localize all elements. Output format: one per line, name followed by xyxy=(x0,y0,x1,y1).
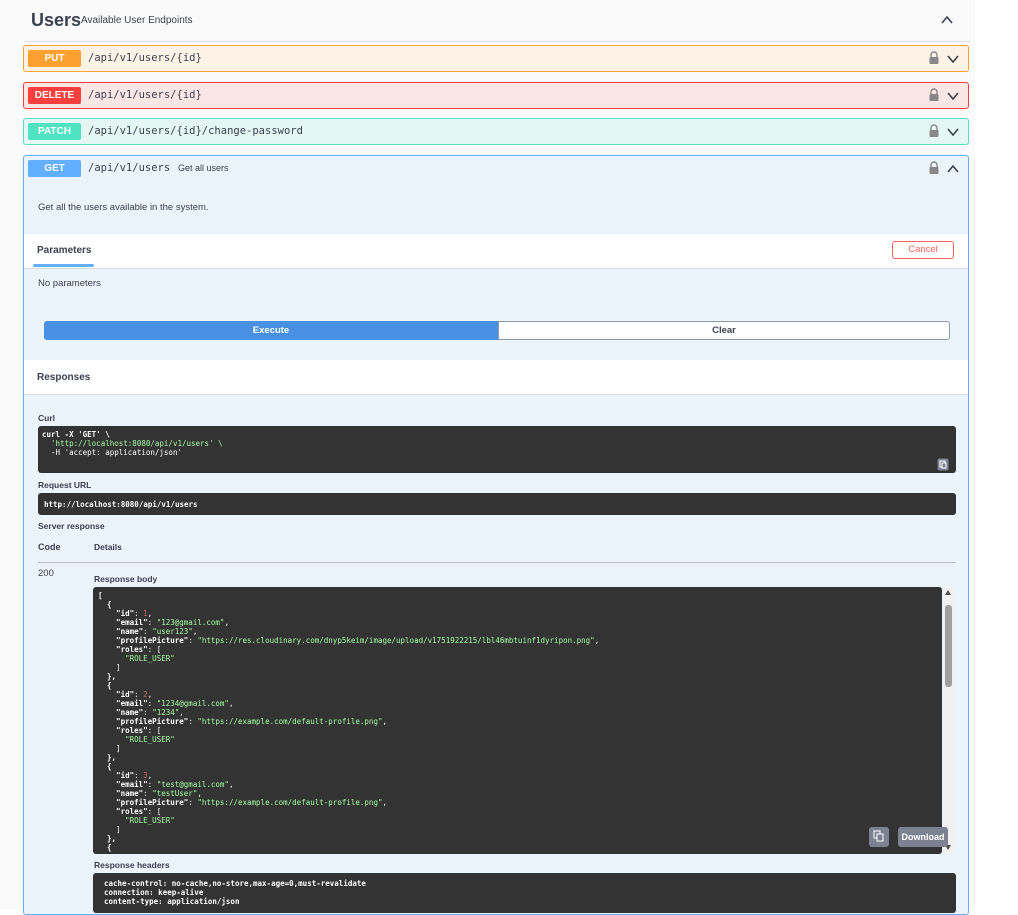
users-tag-header[interactable]: Users Available User Endpoints xyxy=(24,0,970,42)
json-line: "id": 3, xyxy=(98,771,153,780)
scroll-up-arrow[interactable] xyxy=(945,590,951,595)
response-headers-code: cache-control: no-cache,no-store,max-age… xyxy=(93,873,956,913)
no-parameters-text: No parameters xyxy=(38,278,101,289)
lock-icon[interactable] xyxy=(928,161,940,175)
json-line: "ROLE_USER" xyxy=(125,816,175,825)
copy-response-button[interactable] xyxy=(869,827,889,847)
json-line: "name": "1234", xyxy=(98,708,184,717)
json-line: ] xyxy=(98,663,121,672)
request-url-value: http://localhost:8080/api/v1/users xyxy=(38,493,956,515)
json-line: "id": 1, xyxy=(98,609,153,618)
json-line: "profilePicture": "https://res.cloudinar… xyxy=(98,636,600,645)
operation-path: /api/v1/users/{id} xyxy=(88,52,202,64)
json-line: { xyxy=(98,762,112,771)
clear-button[interactable]: Clear xyxy=(498,321,950,340)
active-tab-indicator xyxy=(33,264,94,267)
method-badge: GET xyxy=(28,160,81,177)
response-body-label: Response body xyxy=(94,574,158,584)
json-line: }, xyxy=(98,672,117,681)
method-badge: PATCH xyxy=(28,123,81,140)
lock-icon[interactable] xyxy=(928,124,940,138)
request-url-label: Request URL xyxy=(38,480,92,490)
tag-title: Users xyxy=(31,10,82,30)
operation-put-user[interactable]: PUT /api/v1/users/{id} xyxy=(23,45,969,72)
operation-get-users: GET /api/v1/users Get all users Get all … xyxy=(23,155,969,915)
responses-section-header: Responses xyxy=(24,360,968,395)
json-line: { xyxy=(98,843,112,852)
json-line: "roles": [ xyxy=(98,807,162,816)
json-line: "name": "user123", xyxy=(98,627,198,636)
operation-description: Get all the users available in the syste… xyxy=(38,202,209,213)
execute-button[interactable]: Execute xyxy=(44,321,498,340)
chevron-up-icon[interactable] xyxy=(940,13,954,27)
curl-line: 'http://localhost:8080/api/v1/users' \ xyxy=(42,439,223,448)
curl-line: curl -X 'GET' \ xyxy=(42,430,110,439)
server-response-label: Server response xyxy=(38,521,105,531)
chevron-down-icon[interactable] xyxy=(946,125,960,139)
cancel-button[interactable]: Cancel xyxy=(892,241,954,259)
chevron-up-icon[interactable] xyxy=(946,162,960,176)
divider xyxy=(24,268,968,269)
method-badge: PUT xyxy=(28,50,81,67)
json-line: "name": "testUser", xyxy=(98,789,202,798)
operation-summary: Get all users xyxy=(178,163,229,173)
json-line: ] xyxy=(98,825,121,834)
tag-description: Available User Endpoints xyxy=(81,15,193,26)
copy-to-clipboard-icon xyxy=(873,830,884,842)
json-line: "email": "1234@gmail.com", xyxy=(98,699,234,708)
json-line: "email": "123@gmail.com", xyxy=(98,618,229,627)
json-line: "id": 2, xyxy=(98,690,153,699)
response-header-line: cache-control: no-cache,no-store,max-age… xyxy=(104,879,366,888)
json-line: "profilePicture": "https://example.com/d… xyxy=(98,798,387,807)
response-table-header: Code Details xyxy=(38,542,956,563)
operation-path: /api/v1/users/{id}/change-password xyxy=(88,125,303,137)
response-header-line: connection: keep-alive xyxy=(104,888,204,897)
json-line: { xyxy=(98,681,112,690)
json-line: }, xyxy=(98,834,117,843)
json-line: ] xyxy=(98,744,121,753)
curl-label: Curl xyxy=(38,413,55,423)
lock-icon[interactable] xyxy=(928,51,940,65)
response-headers-label: Response headers xyxy=(94,860,170,870)
operation-path: /api/v1/users/{id} xyxy=(88,89,202,101)
curl-line: -H 'accept: application/json' xyxy=(42,448,182,457)
status-code: 200 xyxy=(38,568,54,579)
json-line: "roles": [ xyxy=(98,726,162,735)
json-line: "ROLE_USER" xyxy=(125,735,175,744)
page-margin xyxy=(975,0,1018,909)
json-line: { xyxy=(98,600,112,609)
download-button[interactable]: Download xyxy=(898,827,948,847)
tab-parameters[interactable]: Parameters xyxy=(37,245,91,256)
json-line: "email": "test@gmail.com", xyxy=(98,780,234,789)
operation-get-header[interactable]: GET /api/v1/users Get all users xyxy=(24,156,968,182)
json-line: "profilePicture": "https://example.com/d… xyxy=(98,717,387,726)
scrollbar-thumb[interactable] xyxy=(945,605,952,687)
copy-to-clipboard-icon[interactable] xyxy=(937,458,949,471)
details-column-header: Details xyxy=(94,542,122,552)
curl-code-block: curl -X 'GET' \ 'http://localhost:8080/a… xyxy=(38,426,956,473)
lock-icon[interactable] xyxy=(928,88,940,102)
json-line: "roles": [ xyxy=(98,645,162,654)
json-line: }, xyxy=(98,753,117,762)
operation-patch-change-password[interactable]: PATCH /api/v1/users/{id}/change-password xyxy=(23,118,969,145)
chevron-down-icon[interactable] xyxy=(946,52,960,66)
response-header-line: content-type: application/json xyxy=(104,897,240,906)
json-line: "ROLE_USER" xyxy=(125,654,175,663)
operation-path: /api/v1/users xyxy=(88,162,171,174)
json-line: [ xyxy=(98,591,103,600)
responses-title: Responses xyxy=(37,372,91,383)
method-badge: DELETE xyxy=(28,87,81,104)
operation-delete-user[interactable]: DELETE /api/v1/users/{id} xyxy=(23,82,969,109)
code-column-header: Code xyxy=(38,542,61,552)
chevron-down-icon[interactable] xyxy=(946,89,960,103)
response-body-code: [ { "id": 1, "email": "123@gmail.com", "… xyxy=(93,587,942,854)
parameters-section-header: Parameters Cancel xyxy=(24,234,968,268)
